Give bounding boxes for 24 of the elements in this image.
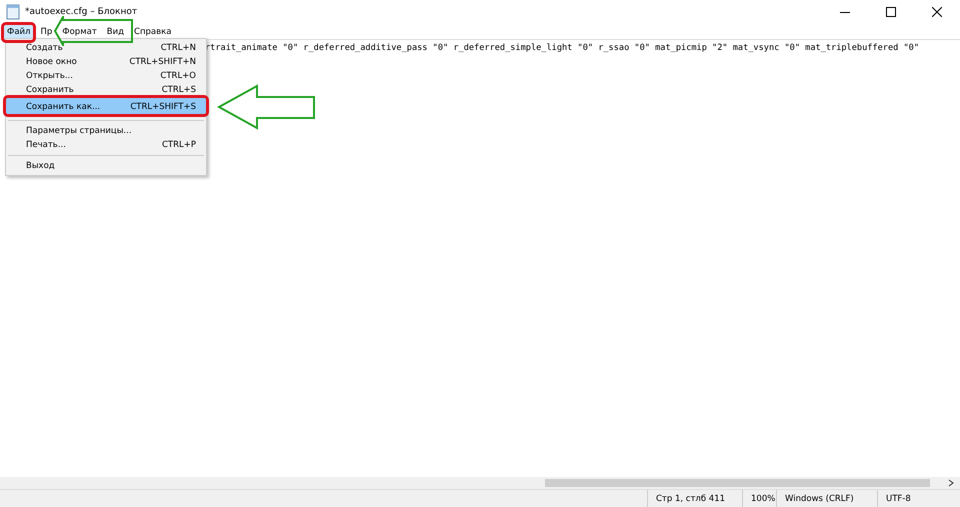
maximize-icon <box>886 7 896 17</box>
arrow-icon <box>217 84 317 130</box>
menu-item[interactable]: Печать... CTRL+P <box>6 138 206 152</box>
menu-item[interactable]: Справка <box>129 24 176 39</box>
notepad-icon <box>6 4 20 20</box>
editor-text: rtrait_animate "0" r_deferred_additive_pass "0" r_deferred_simple_light "0" r_ssao "0" mat_picmip "2" mat_vsync "0" mat_triplebuffered "0" <box>205 43 919 53</box>
scroll-right-icon[interactable] <box>948 479 954 487</box>
menu-item[interactable]: Выход <box>6 159 206 173</box>
menu-item[interactable]: Сохранить CTRL+S <box>6 83 206 97</box>
menu-item[interactable]: Создать CTRL+N <box>6 41 206 55</box>
status-text: 100% <box>742 490 776 507</box>
window-title: *autoexec.cfg – Блокнот <box>25 7 138 17</box>
highlight-outline <box>1 22 36 43</box>
menu-item[interactable]: Открыть... CTRL+O <box>6 69 206 83</box>
menu-item[interactable]: Пр <box>35 24 58 39</box>
menu-item[interactable]: Параметры страницы... <box>6 124 206 138</box>
status-text: UTF-8 <box>877 490 960 507</box>
menu-item[interactable]: Вид <box>102 24 130 39</box>
menu-item[interactable]: Формат <box>57 24 102 39</box>
menu-item[interactable]: Новое окно CTRL+SHIFT+N <box>6 55 206 69</box>
status-text: Windows (CRLF) <box>776 490 877 507</box>
close-icon <box>932 7 942 17</box>
status-text: Стр 1, стлб 411 <box>647 490 742 507</box>
scrollbar-thumb[interactable] <box>545 479 930 487</box>
